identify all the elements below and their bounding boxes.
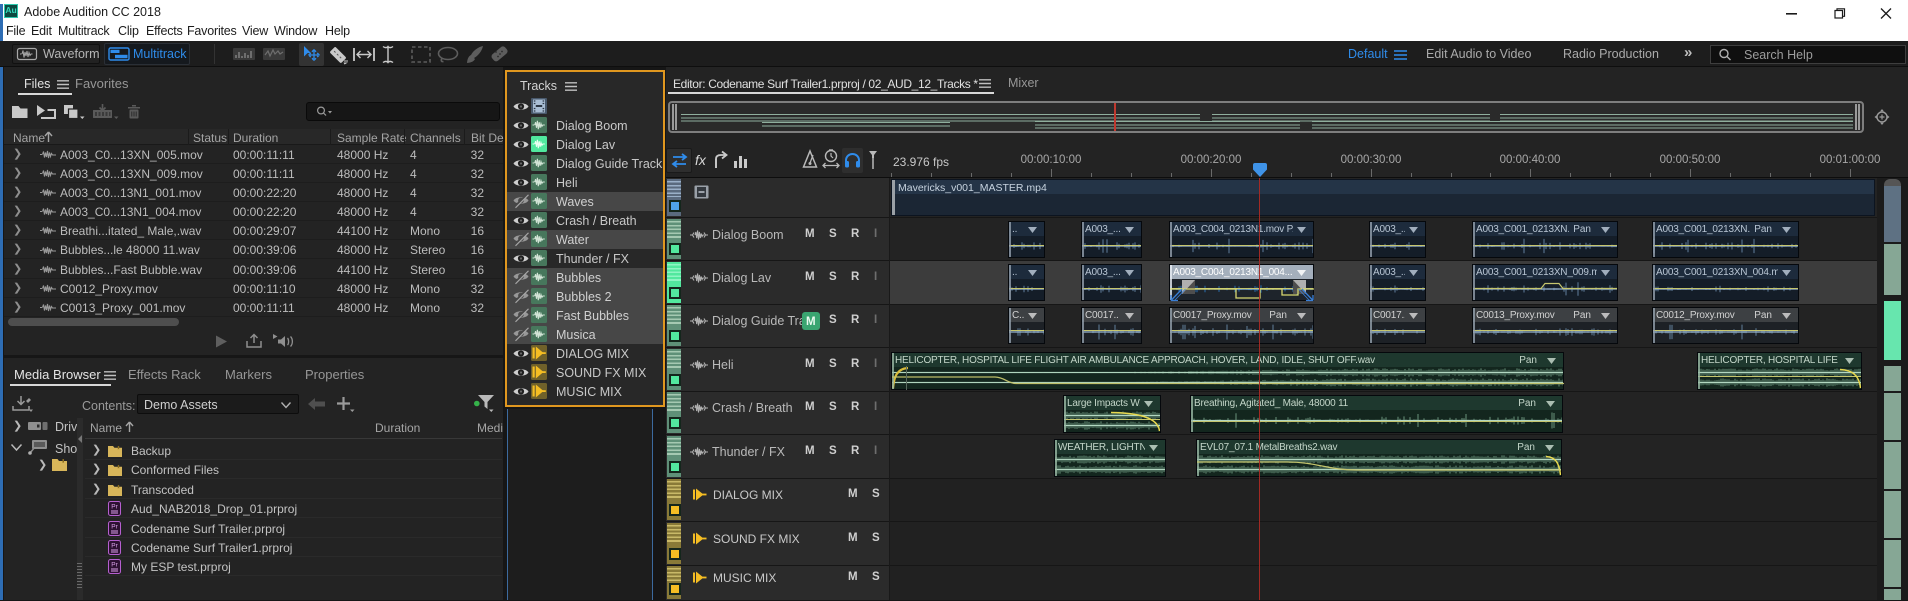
svg-text:Pr: Pr [111,524,118,531]
svg-text:Pr: Pr [111,543,118,550]
svg-text:Pr: Pr [111,562,118,569]
svg-text:Pr: Pr [111,504,118,511]
